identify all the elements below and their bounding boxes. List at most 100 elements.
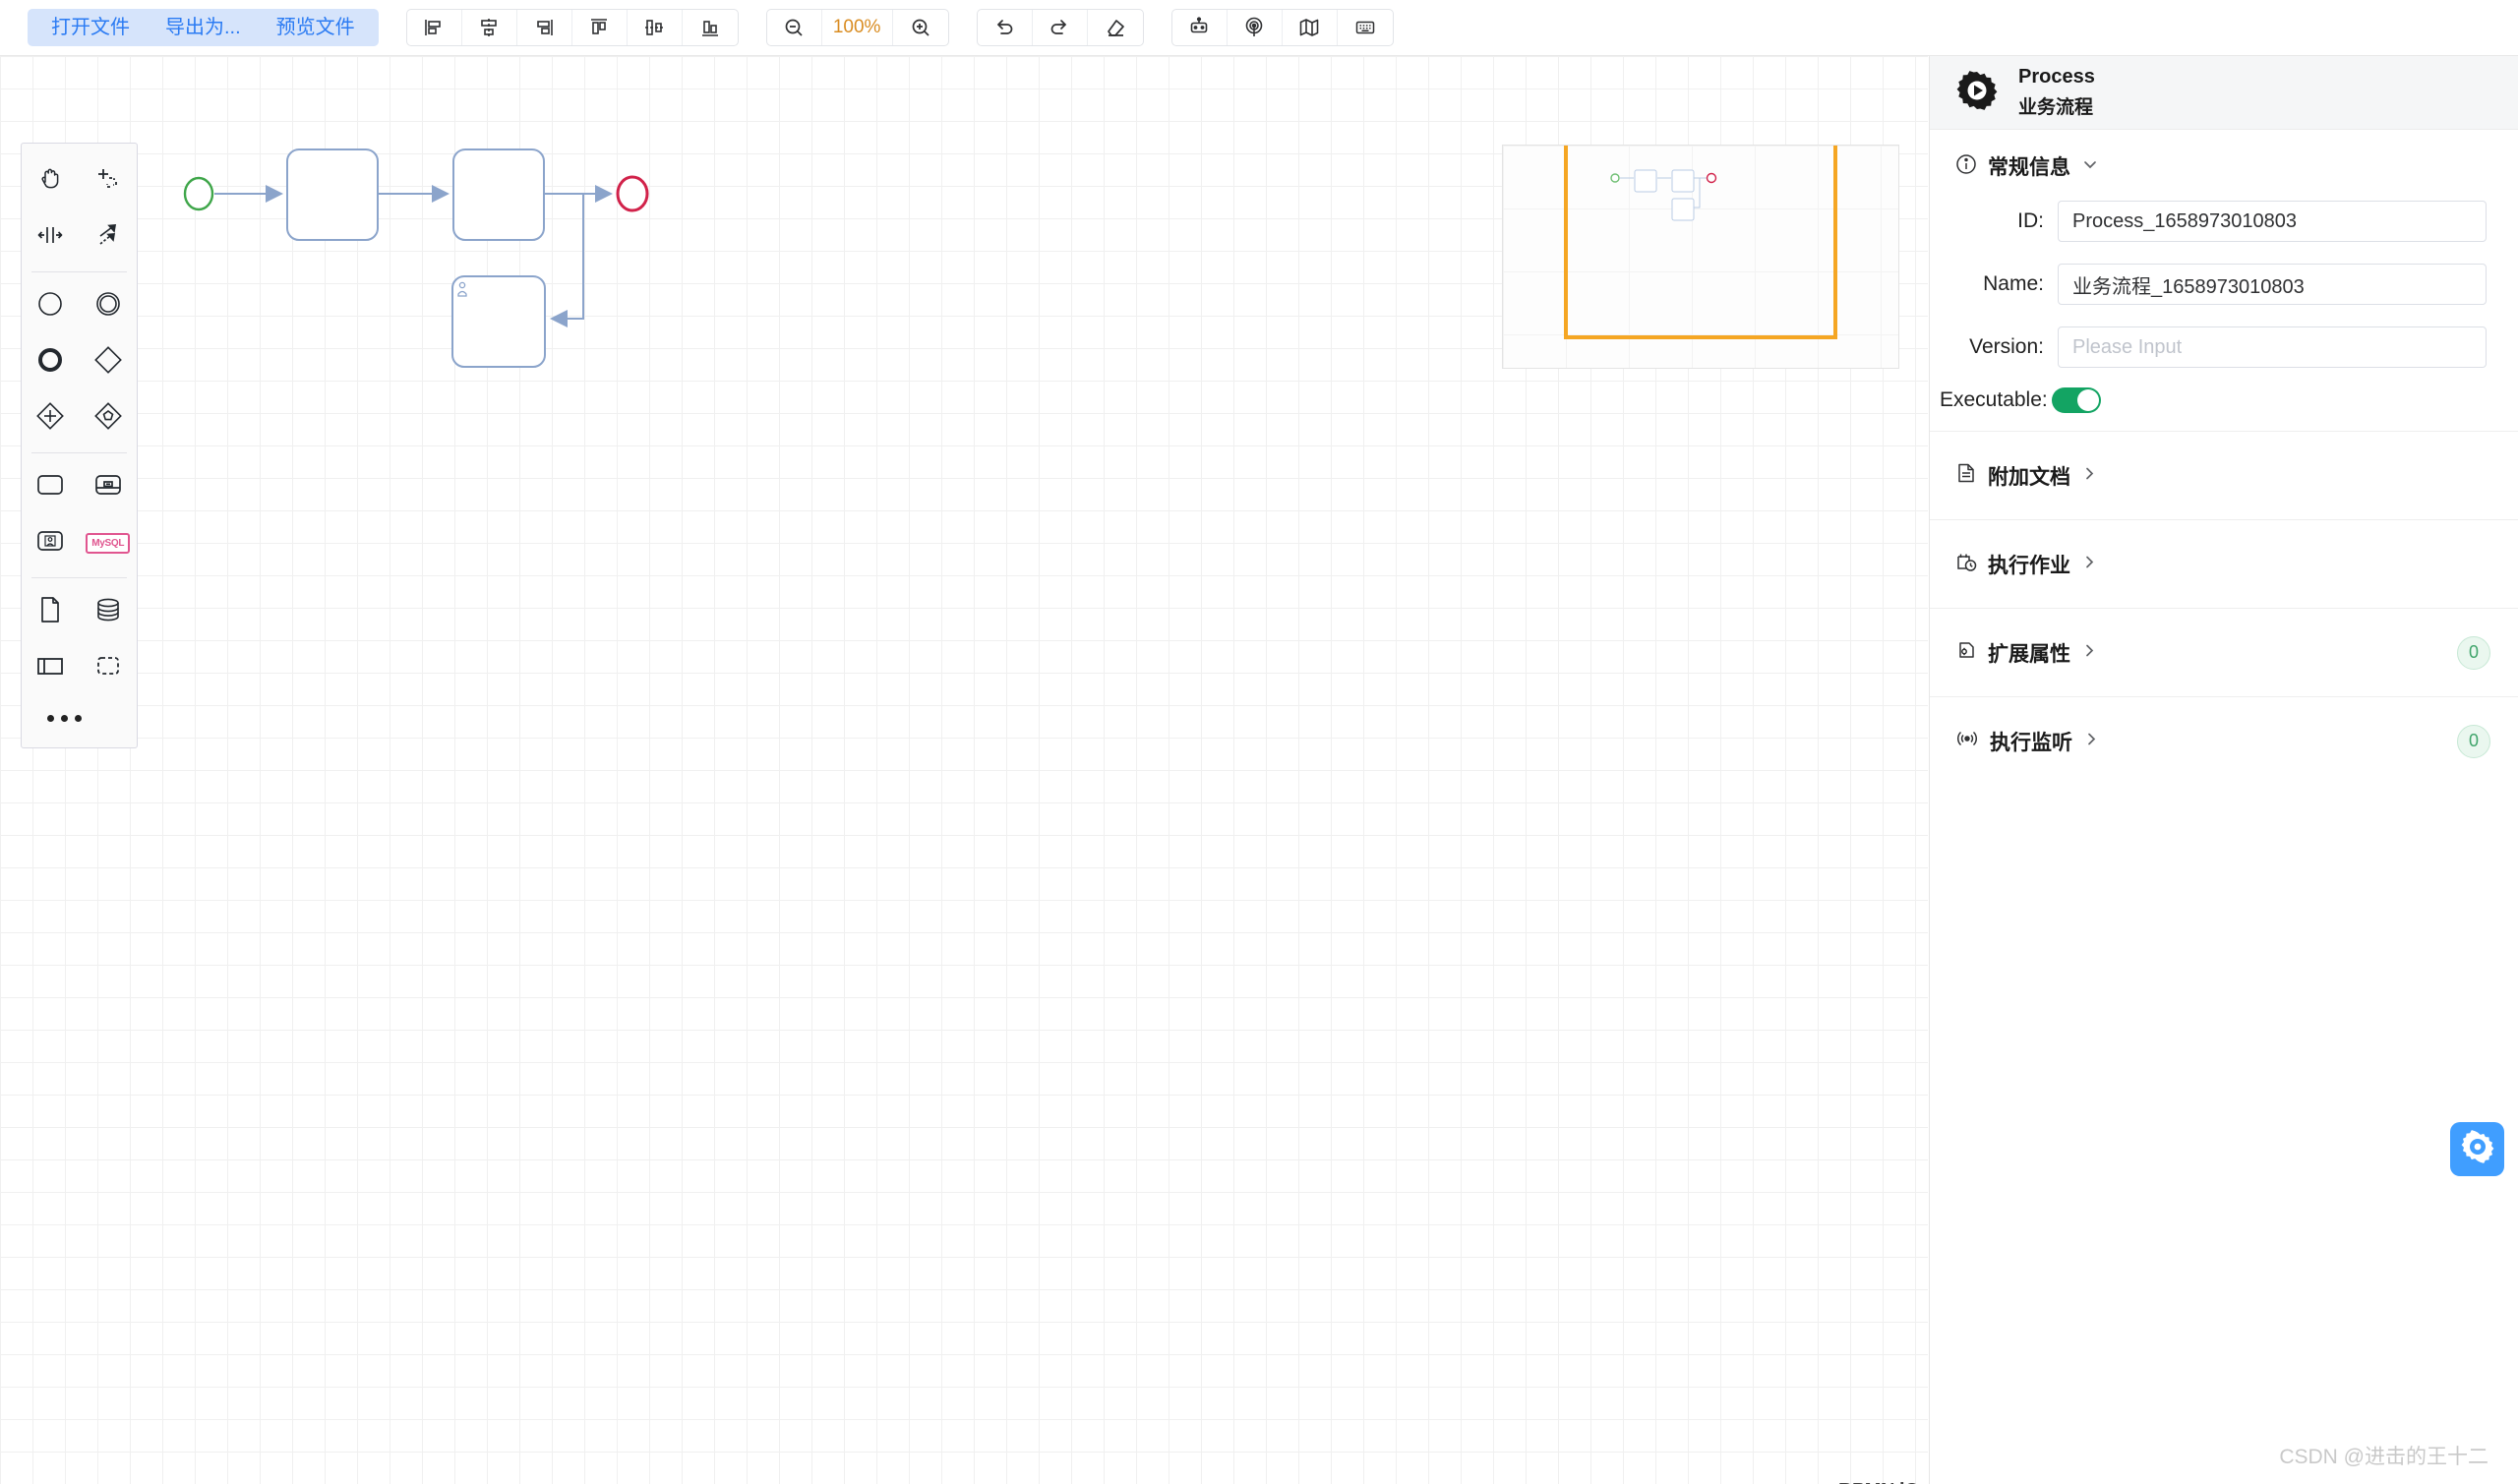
bpmn-canvas[interactable]: MySQL [0, 56, 1928, 1484]
palette-inclusive-gateway[interactable] [80, 390, 138, 446]
subprocess-icon [93, 472, 123, 503]
palette-participant-pool[interactable] [22, 640, 80, 696]
element-palette[interactable]: MySQL [21, 143, 138, 748]
palette-task[interactable] [22, 459, 80, 515]
general-info-title: 常规信息 [1988, 151, 2070, 181]
align-top-button[interactable] [572, 10, 628, 45]
palette-divider-3 [31, 577, 127, 578]
attached-docs-title: 附加文档 [1988, 461, 2070, 491]
align-right-button[interactable] [517, 10, 572, 45]
zoom-out-button[interactable] [767, 10, 822, 45]
align-top-icon [588, 17, 610, 38]
data-store-icon [93, 596, 123, 628]
attached-docs-section[interactable]: 附加文档 [1930, 431, 2518, 519]
task-2[interactable] [453, 149, 544, 240]
process-version-input[interactable] [2058, 326, 2487, 368]
bpmn-io-watermark: BPMN.iO [1838, 1480, 1919, 1484]
palette-end-event[interactable] [22, 334, 80, 390]
align-center-vertical-button[interactable] [628, 10, 683, 45]
settings-fab-button[interactable] [2450, 1122, 2504, 1176]
task-1[interactable] [287, 149, 378, 240]
execution-job-title: 执行作业 [1988, 550, 2070, 579]
group-icon [94, 653, 122, 683]
align-bottom-icon [699, 17, 721, 38]
palette-mysql-task[interactable]: MySQL [80, 515, 138, 571]
executable-toggle[interactable] [2052, 387, 2101, 413]
keyboard-shortcuts-icon [1354, 17, 1376, 38]
palette-intermediate-event[interactable] [80, 278, 138, 334]
chevron-right-icon [2081, 642, 2098, 663]
preview-file-button[interactable]: 预览文件 [259, 9, 373, 46]
eraser-icon [1105, 17, 1126, 38]
palette-data-store[interactable] [80, 584, 138, 640]
palette-divider-1 [31, 271, 127, 272]
align-center-vertical-icon [643, 17, 665, 38]
palette-space-tool[interactable] [22, 209, 80, 266]
simulation-button[interactable] [1172, 10, 1228, 45]
palette-subprocess[interactable] [80, 459, 138, 515]
palette-hand-tool[interactable] [22, 153, 80, 209]
extension-properties-title: 扩展属性 [1988, 638, 2070, 668]
export-as-button[interactable]: 导出为... [148, 9, 259, 46]
zoom-in-button[interactable] [893, 10, 948, 45]
extension-properties-section[interactable]: 扩展属性 0 [1930, 608, 2518, 696]
user-task-1[interactable] [452, 276, 545, 367]
palette-parallel-gateway[interactable] [22, 390, 80, 446]
inclusive-gateway-icon [93, 401, 123, 436]
execution-listener-count: 0 [2457, 725, 2490, 758]
palette-start-event[interactable] [22, 278, 80, 334]
extension-properties-count: 0 [2457, 636, 2490, 670]
redo-button[interactable] [1033, 10, 1088, 45]
toggle-knob [2077, 389, 2099, 411]
undo-button[interactable] [978, 10, 1033, 45]
execution-job-section[interactable]: 执行作业 [1930, 519, 2518, 608]
palette-connect-tool[interactable] [80, 209, 138, 266]
zoom-toolbar-group: 100% [766, 9, 949, 46]
palette-lasso-tool[interactable] [80, 153, 138, 209]
palette-group[interactable] [80, 640, 138, 696]
broadcast-button[interactable] [1228, 10, 1283, 45]
zoom-level-label[interactable]: 100% [822, 10, 893, 45]
parallel-gateway-icon [35, 401, 65, 436]
tools-toolbar-group [1171, 9, 1394, 46]
executable-label: Executable: [1940, 388, 2048, 412]
keyboard-shortcuts-button[interactable] [1338, 10, 1393, 45]
end-event[interactable] [618, 177, 647, 210]
align-center-horizontal-button[interactable] [462, 10, 517, 45]
process-name-label: Name: [1930, 272, 2058, 296]
info-circle-icon [1955, 153, 1977, 180]
open-file-button[interactable]: 打开文件 [33, 9, 148, 46]
properties-panel: Process 业务流程 常规信息 ID: Name: Version: [1929, 56, 2518, 1484]
process-id-row: ID: [1930, 195, 2518, 248]
minimap-icon [1298, 17, 1320, 38]
align-left-button[interactable] [407, 10, 462, 45]
extension-props-icon [1955, 639, 1977, 666]
start-event[interactable] [185, 178, 212, 209]
execution-listener-section[interactable]: 执行监听 0 [1930, 696, 2518, 785]
top-toolbar: 打开文件 导出为... 预览文件 [0, 0, 2518, 56]
process-name-input[interactable] [2058, 264, 2487, 305]
general-info-section-header[interactable]: 常规信息 [1930, 130, 2518, 195]
sequence-flow-4[interactable] [552, 194, 583, 319]
minimap-toggle-button[interactable] [1283, 10, 1338, 45]
align-center-horizontal-icon [478, 17, 500, 38]
align-toolbar-group [406, 9, 739, 46]
start-event-icon [35, 289, 65, 324]
file-actions-group: 打开文件 导出为... 预览文件 [28, 9, 379, 46]
task-icon [35, 472, 65, 503]
clear-canvas-button[interactable] [1088, 10, 1143, 45]
process-version-label: Version: [1930, 335, 2058, 359]
broadcast-icon [1243, 17, 1265, 38]
executable-row: Executable: [1930, 384, 2518, 413]
palette-exclusive-gateway[interactable] [80, 334, 138, 390]
palette-user-task[interactable] [22, 515, 80, 571]
process-id-input[interactable] [2058, 201, 2487, 242]
participant-pool-icon [35, 653, 65, 683]
minimap-viewport[interactable] [1564, 145, 1837, 339]
document-icon [1955, 462, 1977, 489]
settings-gear-icon [2461, 1130, 2494, 1168]
align-bottom-button[interactable] [683, 10, 738, 45]
palette-more-button[interactable] [22, 696, 137, 740]
minimap-panel[interactable] [1502, 145, 1899, 369]
palette-data-object[interactable] [22, 584, 80, 640]
